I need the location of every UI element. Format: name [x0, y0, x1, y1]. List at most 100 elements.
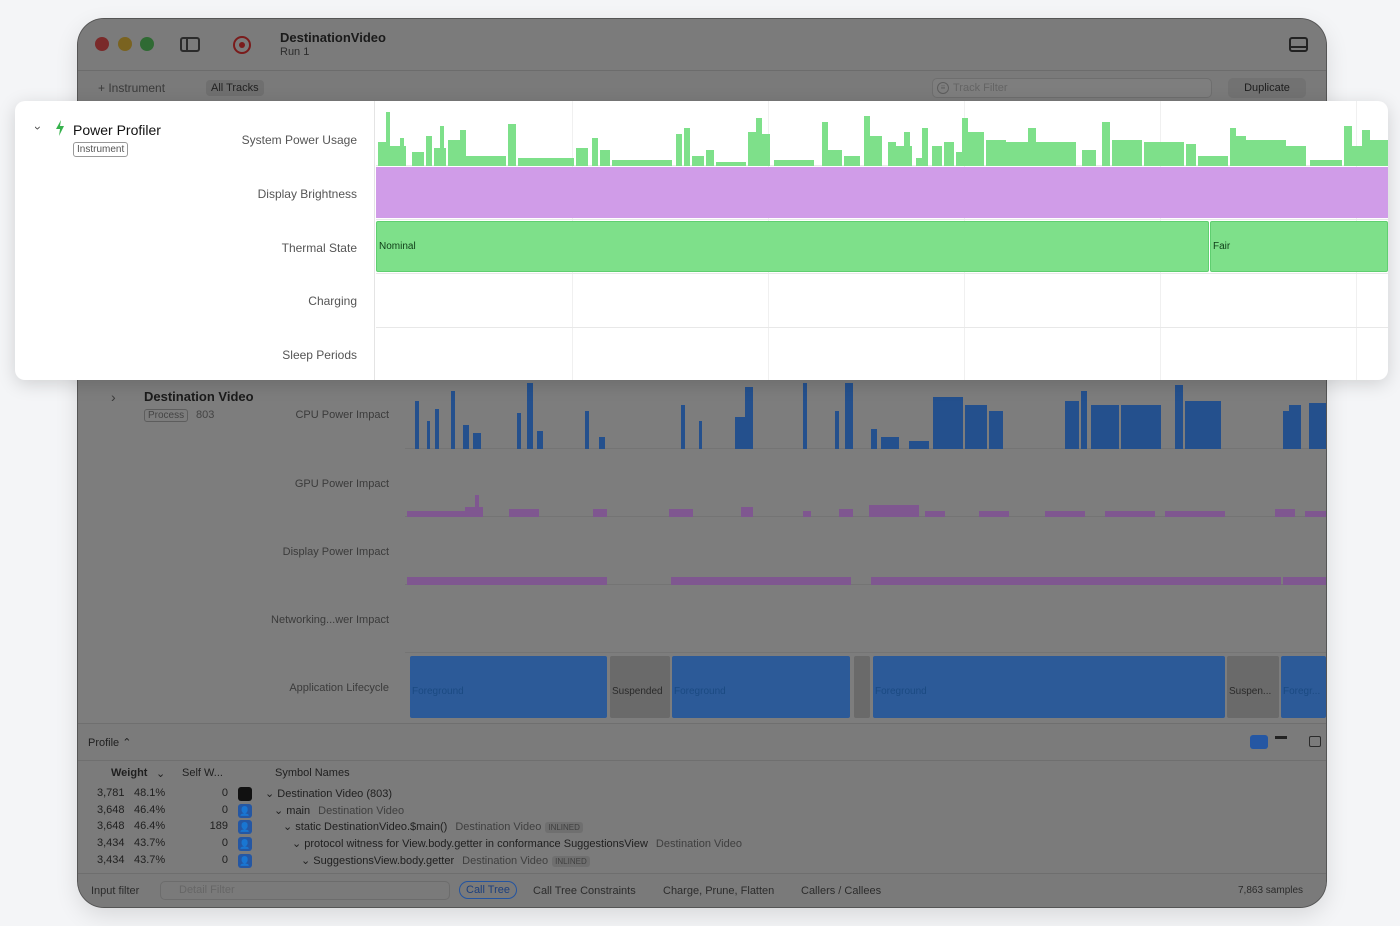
table-row[interactable]: 3,648 46.4% 189 👤 ⌄ static DestinationVideo.…	[82, 819, 1322, 836]
weight-column-header[interactable]: Weight	[111, 767, 147, 779]
sort-chevron-icon: ⌄	[156, 768, 166, 780]
sample-count: 7,863 samples	[1238, 885, 1304, 896]
record-icon[interactable]	[233, 36, 251, 54]
power-profiler-panel: › Power Profiler Instrument System Power…	[15, 101, 1388, 380]
weight-percent-cell: 46.4%	[134, 820, 166, 833]
thermal-segment-nominal[interactable]: Nominal	[376, 221, 1209, 272]
track-label: Display Power Impact	[282, 546, 389, 558]
track-label: System Power Usage	[241, 133, 357, 147]
cpu-power-lane[interactable]	[405, 381, 1326, 449]
library-name: Destination Video	[462, 854, 549, 867]
self-weight-cell: 0	[221, 837, 228, 850]
self-weight-cell: 0	[221, 787, 228, 799]
weight-cell: 3,781	[97, 787, 125, 799]
track-label: Networking...wer Impact	[271, 614, 389, 626]
weight-cell: 3,648	[97, 803, 125, 816]
disclosure-chevron-icon[interactable]: ⌄	[265, 788, 277, 800]
table-row[interactable]: 3,781 48.1% 0 ⌄ Destination Video (803)	[82, 786, 1322, 803]
track-toolbar: + Instrument All Tracks ≡ Track Filter D…	[78, 71, 1326, 103]
lifecycle-segment[interactable]: Suspen...	[1227, 656, 1279, 718]
symbol-cell: ⌄ Destination Video (803)	[265, 787, 392, 800]
symbol-cell: ⌄ static DestinationVideo.$main() Destina…	[283, 820, 583, 834]
lifecycle-segment[interactable]: Foreground	[672, 656, 850, 718]
track-label: Sleep Periods	[282, 348, 357, 362]
lifecycle-segment[interactable]: Suspended	[610, 656, 670, 718]
application-lifecycle-lane[interactable]: Foreground Suspended Foreground Foregrou…	[405, 653, 1326, 721]
close-button[interactable]	[95, 37, 109, 51]
window-title: DestinationVideo	[280, 30, 386, 45]
process-track-area: Foreground Suspended Foreground Foregrou…	[78, 381, 1326, 723]
chevron-right-icon[interactable]: ›	[111, 389, 116, 405]
charge-prune-flatten-button[interactable]: Charge, Prune, Flatten	[663, 885, 774, 897]
add-instrument-button[interactable]: + Instrument	[98, 81, 165, 95]
instrument-name: Power Profiler	[73, 122, 161, 138]
display-power-lane[interactable]	[405, 517, 1326, 585]
lifecycle-segment[interactable]	[854, 656, 870, 718]
chevron-down-icon[interactable]: ›	[31, 126, 45, 130]
charging-lane[interactable]	[376, 274, 1388, 328]
system-power-lane[interactable]	[376, 112, 1388, 166]
process-badge: Process	[144, 409, 189, 422]
disclosure-chevron-icon[interactable]: ⌄	[292, 838, 304, 850]
sidebar-toggle-icon[interactable]	[180, 37, 200, 52]
title-bar: DestinationVideo Run 1	[78, 19, 1326, 71]
library-name: Destination Video	[318, 804, 405, 817]
call-tree-view-icon[interactable]	[1250, 735, 1268, 749]
sleep-periods-lane[interactable]	[376, 328, 1388, 380]
thermal-segment-fair[interactable]: Fair	[1210, 221, 1388, 272]
user-code-icon: 👤	[238, 803, 252, 818]
display-power-graph	[407, 577, 1326, 585]
lifecycle-segment[interactable]: Foreground	[873, 656, 1225, 718]
disclosure-chevron-icon[interactable]: ⌄	[274, 805, 286, 817]
detail-filter-placeholder: Detail Filter	[179, 884, 235, 896]
filter-icon: ≡	[937, 82, 949, 94]
inlined-badge: INLINED	[545, 822, 583, 834]
symbol-name: main	[286, 804, 311, 817]
detail-footer: Input filter Detail Filter Call Tree Cal…	[78, 873, 1326, 907]
symbol-cell: ⌄ main Destination Video	[274, 804, 404, 817]
inspector-toggle-icon[interactable]	[1309, 736, 1321, 747]
instrument-badge: Instrument	[73, 142, 129, 157]
lifecycle-segment[interactable]: Foregr...	[1281, 656, 1326, 718]
lifecycle-segment[interactable]: Foreground	[410, 656, 607, 718]
symbol-name: protocol witness for View.body.getter in…	[304, 838, 648, 851]
user-code-icon: 👤	[238, 853, 252, 868]
symbol-column-header[interactable]: Symbol Names	[275, 767, 350, 779]
table-row[interactable]: 3,648 46.4% 0 👤 ⌄ main Destination Video	[82, 803, 1322, 820]
display-brightness-lane[interactable]	[376, 166, 1388, 220]
zoom-button[interactable]	[140, 37, 154, 51]
duplicate-button[interactable]: Duplicate	[1228, 78, 1306, 98]
flame-graph-icon[interactable]	[1275, 736, 1287, 746]
call-tree-button[interactable]: Call Tree	[459, 881, 518, 899]
self-weight-cell: 189	[209, 820, 228, 833]
callers-callees-button[interactable]: Callers / Callees	[801, 885, 881, 897]
gpu-power-lane[interactable]	[405, 449, 1326, 517]
minimize-button[interactable]	[118, 37, 132, 51]
all-tracks-button[interactable]: All Tracks	[206, 80, 264, 96]
self-weight-cell: 0	[221, 853, 228, 866]
detail-filter-field[interactable]: Detail Filter	[160, 881, 450, 900]
detail-panel-toggle-icon[interactable]	[1289, 37, 1308, 52]
networking-power-lane[interactable]	[405, 585, 1326, 653]
table-row[interactable]: 3,434 43.7% 0 👤 ⌄ protocol witness for View.…	[82, 836, 1322, 853]
track-label: GPU Power Impact	[294, 478, 389, 490]
track-filter-field[interactable]: ≡ Track Filter	[932, 78, 1212, 98]
disclosure-chevron-icon[interactable]: ⌄	[283, 821, 295, 833]
brightness-fill	[376, 167, 1388, 218]
thermal-state-lane[interactable]: Nominal Fair	[376, 220, 1388, 274]
self-weight-column-header[interactable]: Self W...	[182, 767, 223, 779]
disclosure-chevron-icon[interactable]: ⌄	[301, 855, 313, 867]
symbol-name: static DestinationVideo.$main()	[295, 821, 448, 834]
call-tree-constraints-button[interactable]: Call Tree Constraints	[533, 885, 636, 897]
user-code-icon: 👤	[238, 820, 252, 835]
track-label: CPU Power Impact	[295, 409, 389, 421]
detail-header: Profile ⌃	[78, 723, 1326, 761]
library-name: Destination Video	[455, 821, 542, 834]
profile-popup-button[interactable]: Profile ⌃	[88, 736, 131, 749]
weight-percent-cell: 48.1%	[134, 787, 166, 799]
symbol-name: SuggestionsView.body.getter	[313, 854, 455, 867]
system-power-graph	[378, 112, 1388, 166]
process-icon	[238, 787, 252, 801]
table-row[interactable]: 3,434 43.7% 0 👤 ⌄ SuggestionsView.body.gette…	[82, 853, 1322, 870]
symbol-cell: ⌄ protocol witness for View.body.getter …	[292, 837, 742, 850]
